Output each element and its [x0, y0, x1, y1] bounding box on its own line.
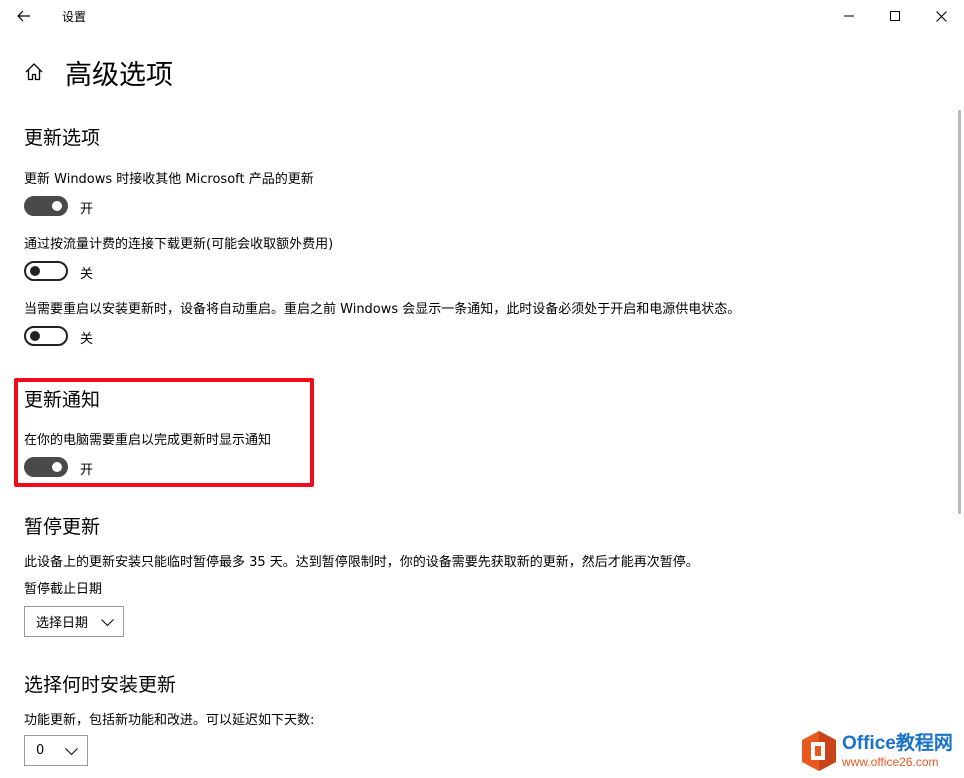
page-title: 高级选项 — [65, 59, 173, 91]
page-header: 高级选项 — [22, 52, 173, 92]
pause-until-label: 暂停截止日期 — [24, 582, 103, 597]
pause-updates-description: 此设备上的更新安装只能临时暂停最多 35 天。达到暂停限制时，你的设备需要先获取… — [24, 555, 699, 570]
auto-restart-state: 关 — [80, 332, 94, 347]
update-options-heading: 更新选项 — [24, 127, 101, 149]
back-arrow-icon — [17, 10, 30, 22]
defer-days-select[interactable]: 0 — [24, 735, 88, 766]
home-icon — [25, 63, 43, 81]
restart-notification-state: 开 — [80, 463, 94, 478]
restart-notification-toggle[interactable] — [24, 457, 68, 477]
window-title: 设置 — [62, 10, 87, 24]
maximize-button[interactable] — [872, 0, 918, 32]
pause-date-select[interactable]: 选择日期 — [24, 606, 124, 637]
restart-notification-label: 在你的电脑需要重启以完成更新时显示通知 — [24, 433, 272, 448]
receive-other-updates-label: 更新 Windows 时接收其他 Microsoft 产品的更新 — [24, 172, 314, 187]
close-button[interactable] — [918, 0, 964, 32]
metered-download-toggle[interactable] — [24, 261, 68, 281]
toggle-knob — [52, 201, 62, 211]
watermark-url: www.office26.com — [842, 755, 939, 769]
office-logo-icon — [800, 730, 838, 772]
scrollbar-thumb[interactable] — [958, 110, 961, 514]
pause-date-value: 选择日期 — [36, 616, 89, 631]
toggle-knob — [30, 266, 40, 276]
receive-other-updates-toggle[interactable] — [24, 196, 68, 216]
auto-restart-label: 当需要重启以安装更新时，设备将自动重启。重启之前 Windows 会显示一条通知… — [24, 302, 741, 317]
toggle-knob — [52, 462, 62, 472]
minimize-button[interactable] — [826, 0, 872, 32]
defer-days-value: 0 — [36, 743, 45, 758]
home-button[interactable] — [22, 60, 46, 84]
auto-restart-toggle[interactable] — [24, 326, 68, 346]
minimize-icon — [844, 15, 854, 17]
feature-update-defer-label: 功能更新，包括新功能和改进。可以延迟如下天数: — [24, 713, 315, 728]
chevron-down-icon — [100, 616, 114, 628]
update-notifications-heading: 更新通知 — [24, 389, 101, 411]
back-button[interactable] — [10, 4, 38, 28]
close-icon — [935, 10, 947, 22]
metered-download-label: 通过按流量计费的连接下载更新(可能会收取额外费用) — [24, 237, 334, 252]
chevron-down-icon — [64, 745, 78, 757]
title-bar: 设置 — [0, 0, 964, 32]
install-timing-heading: 选择何时安装更新 — [24, 674, 177, 696]
watermark-brand: Office教程网 — [842, 733, 953, 754]
receive-other-updates-state: 开 — [80, 202, 94, 217]
pause-updates-heading: 暂停更新 — [24, 516, 101, 538]
metered-download-state: 关 — [80, 267, 94, 282]
maximize-icon — [890, 11, 900, 21]
watermark: Office教程网 www.office26.com — [800, 728, 962, 774]
toggle-knob — [30, 331, 40, 341]
